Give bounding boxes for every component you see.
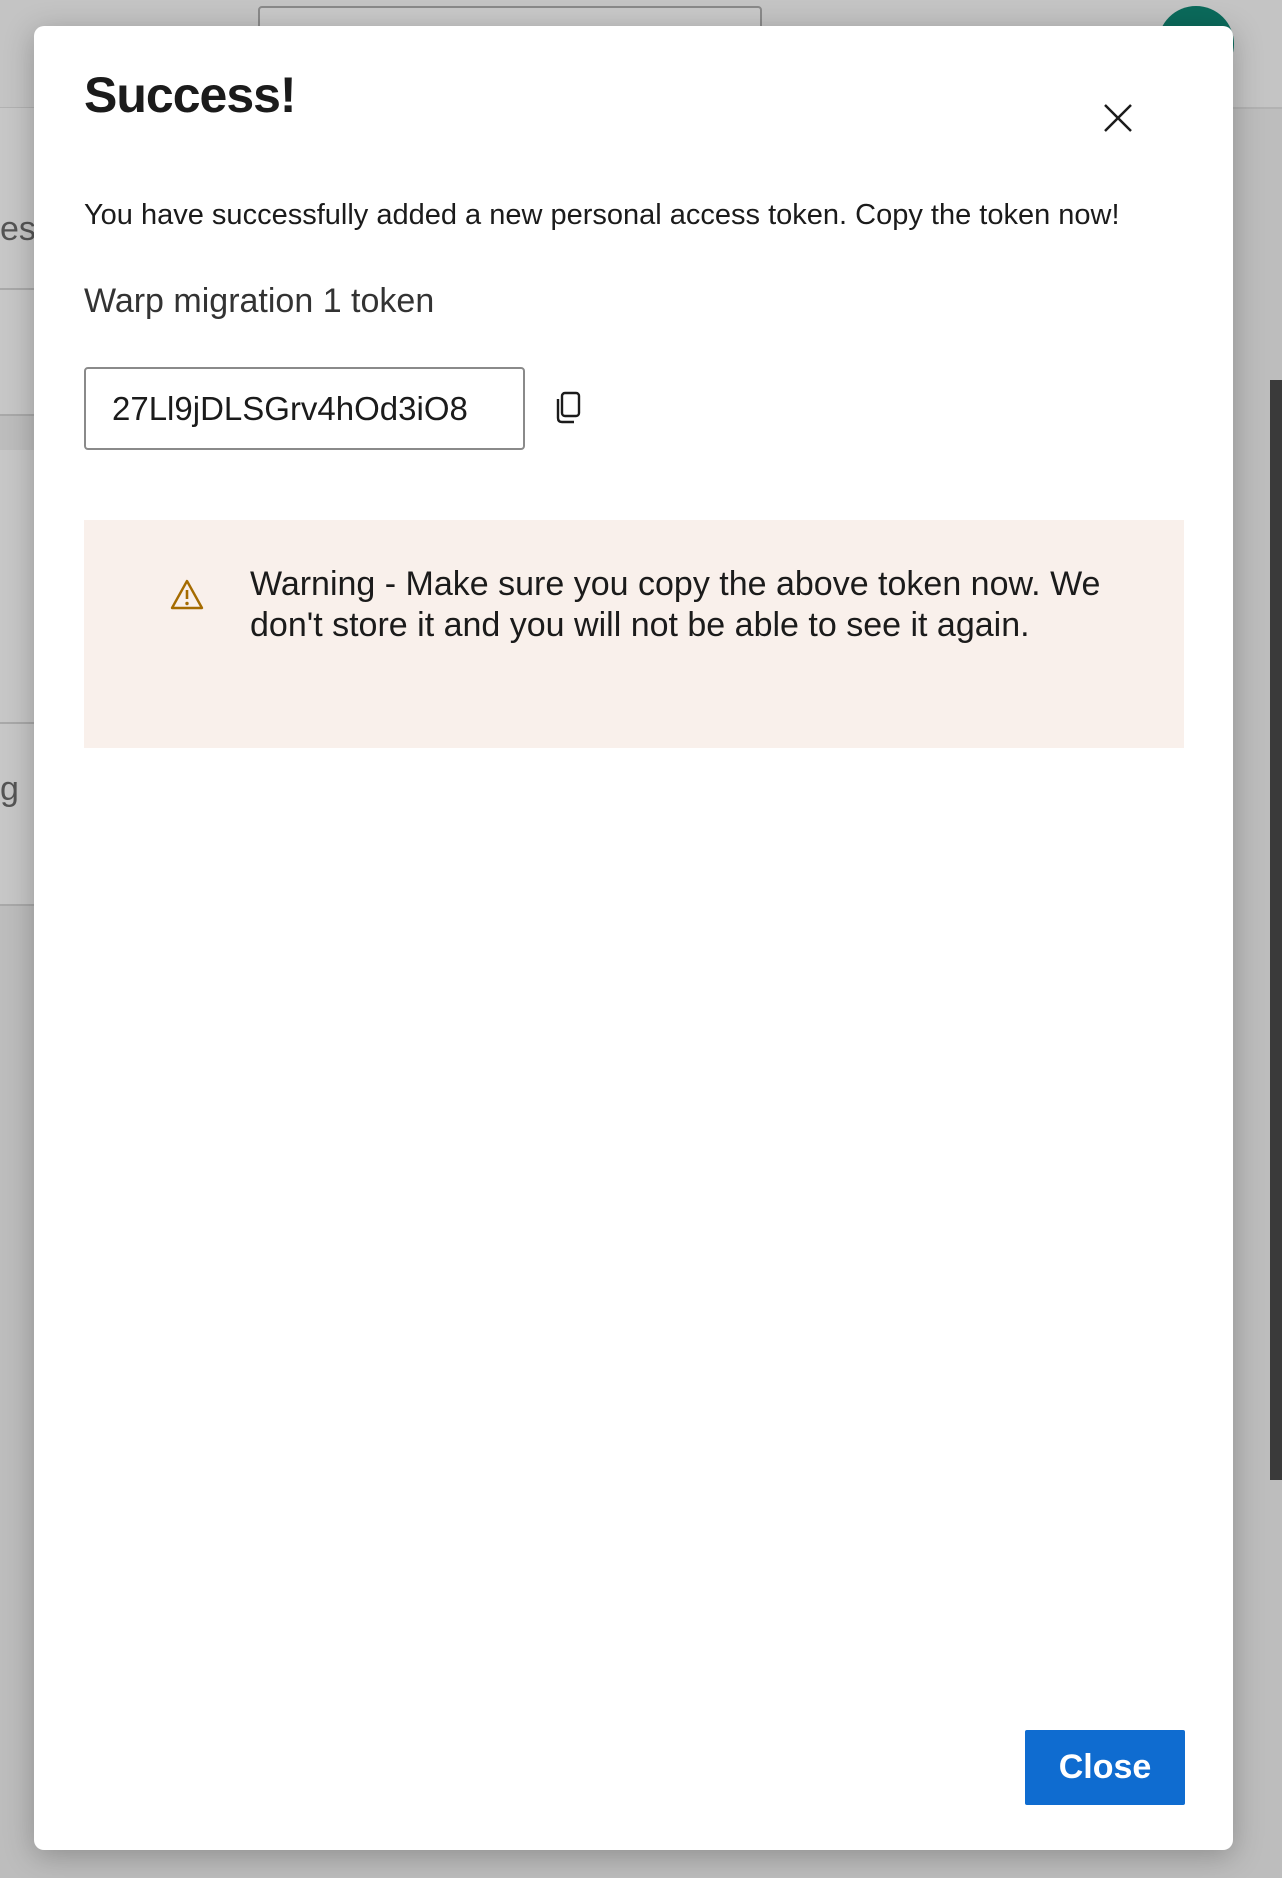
warning-banner: Warning - Make sure you copy the above t… [84,520,1184,748]
copy-icon[interactable] [546,386,590,430]
token-value-field[interactable] [84,367,525,450]
token-name: Warp migration 1 token [84,282,435,320]
warning-triangle-icon [170,578,204,612]
success-message: You have successfully added a new person… [84,199,1120,231]
warning-text: Warning - Make sure you copy the above t… [250,565,1101,644]
background-text-fragment: g [0,770,19,808]
dialog-title: Success! [84,67,297,123]
background-text-fragment: es [0,210,36,248]
background-scrollbar [1270,380,1282,1480]
close-button[interactable]: Close [1025,1730,1185,1805]
success-dialog: Success! You have successfully added a n… [34,26,1233,1850]
close-icon[interactable] [1094,94,1142,142]
